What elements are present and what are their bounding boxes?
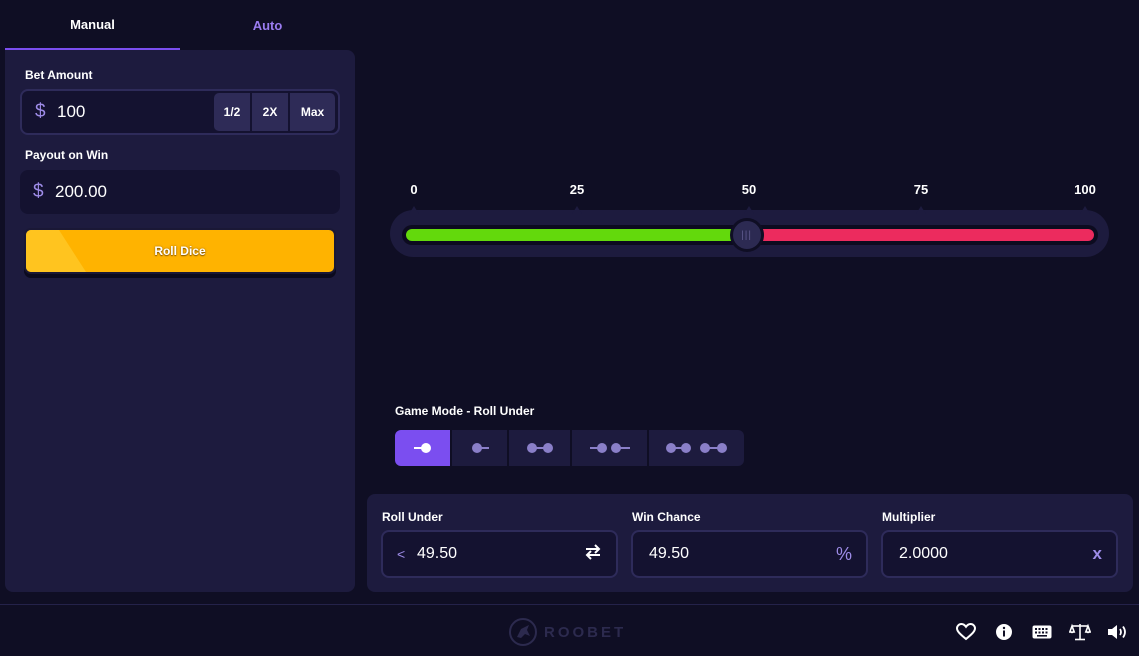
tab-manual[interactable]: Manual (5, 0, 180, 50)
multiplier-field[interactable]: 2.0000 x (881, 530, 1118, 578)
dollar-icon: $ (35, 101, 46, 122)
mode-between-sets-button[interactable] (649, 430, 744, 466)
multiplier-input[interactable]: 2.0000 (899, 545, 1093, 563)
footer-bar: ROOBET (0, 604, 1139, 656)
mode-outside-button[interactable] (572, 430, 649, 466)
mode-tabs: Manual Auto (5, 0, 355, 50)
roll-under-icon (413, 443, 431, 453)
grip-icon: ||| (741, 229, 752, 241)
bet-quick-buttons: 1/2 2X Max (212, 93, 335, 131)
bet-amount-field[interactable]: $ 100 1/2 2X Max (20, 89, 340, 135)
logo-text: ROOBET (544, 623, 627, 641)
roll-under-field[interactable]: < 49.50 (381, 530, 618, 578)
roll-over-icon (471, 443, 489, 453)
tick-label: 50 (741, 182, 757, 197)
game-mode-selector (395, 430, 744, 466)
roll-dice-label: Roll Dice (154, 244, 206, 258)
less-than-icon: < (397, 546, 406, 562)
mode-roll-under-button[interactable] (395, 430, 452, 466)
percent-icon: % (835, 543, 852, 564)
balance-scale-icon[interactable] (1069, 621, 1091, 643)
between-sets-icon (665, 443, 727, 453)
tick-label: 25 (569, 182, 585, 197)
max-bet-button[interactable]: Max (290, 93, 335, 131)
footer-icons (955, 621, 1129, 643)
mode-roll-over-button[interactable] (452, 430, 509, 466)
slider-handle[interactable]: ||| (729, 218, 764, 252)
double-bet-button[interactable]: 2X (252, 93, 288, 131)
keyboard-icon[interactable] (1031, 621, 1053, 643)
roll-under-input[interactable]: 49.50 (417, 545, 584, 563)
dollar-icon: $ (33, 181, 44, 202)
heart-icon[interactable] (955, 621, 977, 643)
payout-label: Payout on Win (25, 148, 109, 162)
between-icon (526, 443, 553, 453)
roobet-logo: ROOBET (508, 617, 626, 647)
game-mode-label: Game Mode - Roll Under (395, 404, 535, 418)
mode-between-button[interactable] (509, 430, 572, 466)
multiplier-x-icon: x (1092, 544, 1102, 563)
payout-value: 200.00 (55, 182, 107, 201)
volume-icon[interactable] (1107, 621, 1129, 643)
outside-icon (589, 443, 630, 453)
roll-dice-button[interactable]: Roll Dice (24, 228, 336, 274)
swap-icon[interactable] (584, 543, 602, 565)
tick-label: 75 (913, 182, 929, 197)
multiplier-label: Multiplier (882, 510, 936, 524)
half-bet-button[interactable]: 1/2 (214, 93, 250, 131)
kangaroo-logo-icon (509, 618, 537, 646)
lose-range-bar (746, 229, 1094, 241)
roll-settings-panel: Roll Under < 49.50 Win Chance 49.50 % Mu… (367, 494, 1133, 592)
win-chance-input[interactable]: 49.50 (649, 545, 836, 563)
bet-amount-input[interactable]: 100 (57, 102, 212, 122)
tick-label: 100 (1074, 182, 1096, 197)
roll-under-label: Roll Under (382, 510, 443, 524)
tick-label: 0 (410, 182, 418, 197)
bet-amount-label: Bet Amount (25, 68, 93, 82)
payout-field: $ 200.00 (20, 170, 340, 214)
win-range-bar (406, 229, 747, 241)
win-chance-label: Win Chance (632, 510, 701, 524)
info-icon[interactable] (993, 621, 1015, 643)
tab-auto[interactable]: Auto (180, 0, 355, 50)
bet-panel: Bet Amount $ 100 1/2 2X Max Payout on Wi… (5, 50, 355, 592)
win-chance-field[interactable]: 49.50 % (631, 530, 868, 578)
